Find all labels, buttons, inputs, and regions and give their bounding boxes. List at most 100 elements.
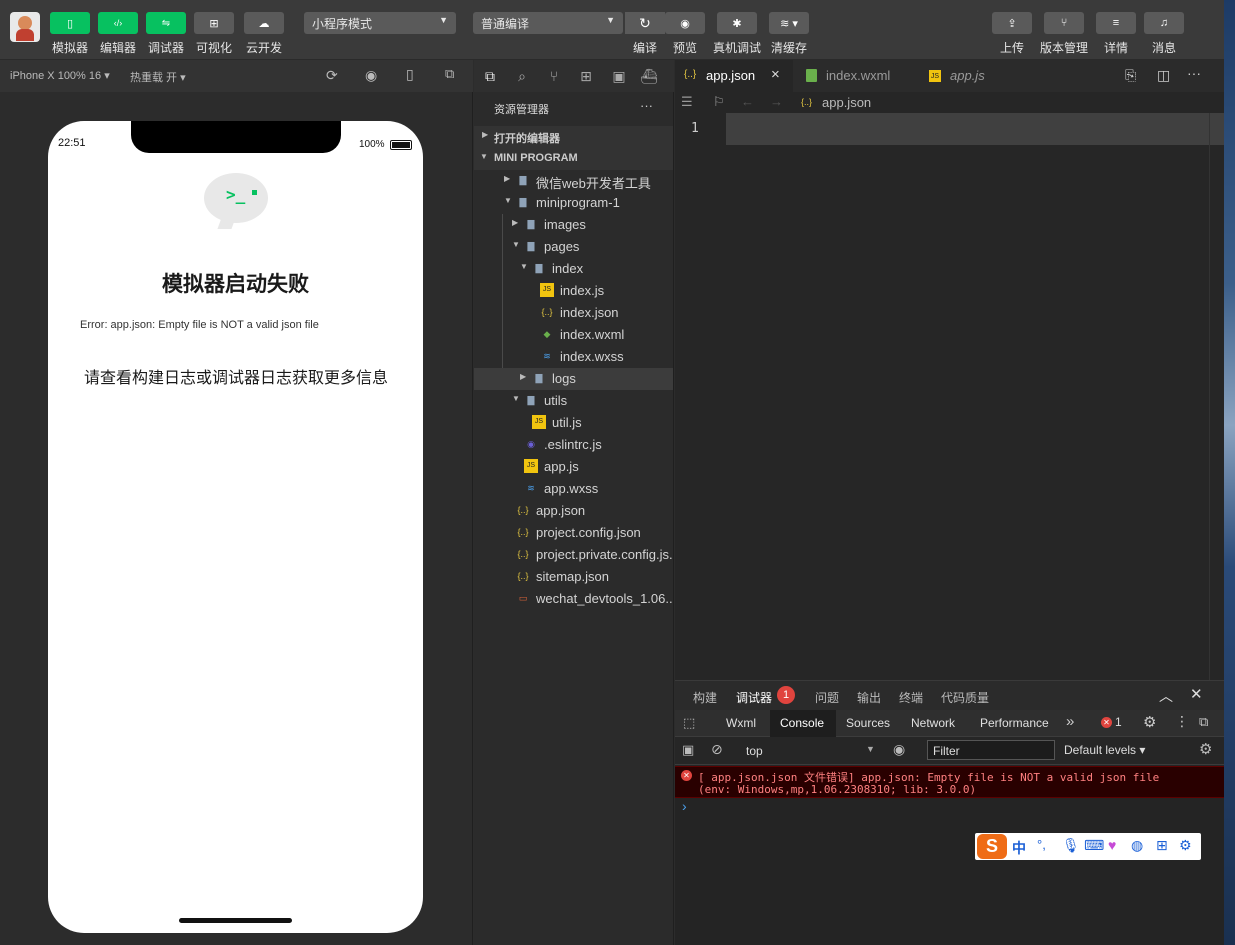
tab-index-wxml[interactable]: index.wxml bbox=[794, 60, 918, 92]
stop-icon[interactable]: ◉ bbox=[365, 67, 377, 84]
tree-file[interactable]: ◉ .eslintrc.js bbox=[474, 434, 673, 456]
hot-reload-select[interactable]: 热重载 开 ▾ bbox=[130, 69, 186, 85]
breadcrumb[interactable]: app.json bbox=[822, 95, 871, 110]
version-button[interactable]: ⑂ bbox=[1044, 12, 1084, 34]
inspect-element-icon[interactable]: ⬚ bbox=[683, 715, 695, 731]
tree-folder[interactable]: ▼ ▇ index bbox=[474, 258, 673, 280]
tree-file[interactable]: {..} app.json bbox=[474, 500, 673, 522]
editor-toggle-button[interactable]: ‹/› bbox=[98, 12, 138, 34]
tab-performance[interactable]: Performance bbox=[980, 716, 1049, 730]
tree-file[interactable]: {..} index.json bbox=[474, 302, 673, 324]
tree-file[interactable]: ▭ wechat_devtools_1.06.... bbox=[474, 588, 673, 610]
compile-select[interactable]: 普通编译 ▼ bbox=[473, 12, 623, 34]
detach-window-icon[interactable]: ⧉ bbox=[445, 66, 454, 82]
open-preview-icon[interactable]: ⎘ bbox=[1125, 67, 1136, 84]
sidebar-toggle-icon[interactable]: ▣ bbox=[682, 742, 694, 758]
more-tabs-icon[interactable]: » bbox=[1066, 713, 1074, 730]
context-select[interactable]: top ▼ bbox=[740, 740, 880, 762]
extensions-icon[interactable]: ⊞ bbox=[577, 68, 595, 86]
simulator-toggle-button[interactable]: ▯ bbox=[50, 12, 90, 34]
files-icon[interactable]: ⧉ bbox=[481, 68, 499, 86]
user-avatar[interactable] bbox=[10, 12, 40, 42]
tree-file[interactable]: {..} sitemap.json bbox=[474, 566, 673, 588]
mode-select[interactable]: 小程序模式 ▼ bbox=[304, 12, 456, 34]
tree-folder[interactable]: ▼ ▇ pages bbox=[474, 236, 673, 258]
console-error-message[interactable]: ✕ [ app.json.json 文件错误] app.json: Empty … bbox=[675, 766, 1224, 798]
upload-button[interactable]: ⇪ bbox=[992, 12, 1032, 34]
apps-icon[interactable]: ⊞ bbox=[1156, 837, 1168, 854]
preview-button[interactable]: ◉ bbox=[665, 12, 705, 34]
tab-sources[interactable]: Sources bbox=[846, 716, 890, 730]
bookmark-icon[interactable]: ⚐ bbox=[713, 94, 725, 110]
tree-file[interactable]: ◆ index.wxml bbox=[474, 324, 673, 346]
filter-input[interactable]: Filter bbox=[927, 740, 1055, 760]
tab-wxml[interactable]: Wxml bbox=[726, 716, 756, 730]
tree-file[interactable]: JS index.js bbox=[474, 280, 673, 302]
console-settings-icon[interactable]: ⚙ bbox=[1199, 740, 1212, 758]
forward-icon[interactable]: → bbox=[770, 94, 783, 109]
device-debug-button[interactable]: ✱ bbox=[717, 12, 757, 34]
sogou-logo[interactable]: S bbox=[977, 834, 1007, 859]
compile-button[interactable]: ↻ bbox=[625, 12, 665, 34]
split-editor-icon[interactable]: ◫ bbox=[1157, 67, 1170, 84]
tab-console[interactable]: Console bbox=[780, 716, 824, 730]
list-icon[interactable]: ☰ bbox=[681, 94, 693, 110]
debugger-toggle-button[interactable]: ⇋ bbox=[146, 12, 186, 34]
keyboard-icon[interactable]: ⌨ bbox=[1084, 837, 1104, 854]
outline-icon[interactable]: ▣ bbox=[610, 68, 628, 86]
tree-file[interactable]: JS app.js bbox=[474, 456, 673, 478]
chevron-up-icon[interactable]: ︿ bbox=[1159, 686, 1173, 706]
tree-folder[interactable]: ▶ ▇ images bbox=[474, 214, 673, 236]
tab-close-icon[interactable]: × bbox=[771, 66, 780, 83]
back-icon[interactable]: ← bbox=[741, 94, 754, 109]
punctuation-toggle[interactable]: °, bbox=[1037, 837, 1046, 852]
tab-problems[interactable]: 问题 bbox=[815, 689, 839, 706]
eye-icon[interactable]: ◉ bbox=[893, 741, 905, 758]
tab-debugger[interactable]: 调试器 bbox=[736, 689, 772, 706]
skin-icon[interactable]: ♥ bbox=[1108, 837, 1116, 853]
clear-console-icon[interactable]: ⊘ bbox=[711, 741, 723, 758]
device-select[interactable]: iPhone X 100% 16 ▾ bbox=[10, 69, 110, 82]
tab-build[interactable]: 构建 bbox=[693, 689, 717, 706]
visual-toggle-button[interactable]: ⊞ bbox=[194, 12, 234, 34]
log-levels-select[interactable]: Default levels ▾ bbox=[1064, 743, 1145, 757]
editor-scrollbar[interactable] bbox=[1209, 113, 1221, 680]
tree-file[interactable]: ≋ app.wxss bbox=[474, 478, 673, 500]
tree-file[interactable]: JS util.js bbox=[474, 412, 673, 434]
clear-cache-button[interactable]: ≋ ▾ bbox=[769, 12, 809, 34]
microphone-icon[interactable]: 🎙 bbox=[1062, 837, 1080, 854]
robot-icon[interactable]: ◍ bbox=[1131, 837, 1143, 854]
dock-icon[interactable]: ⧉ bbox=[1199, 714, 1208, 730]
phone-icon[interactable]: ▯ bbox=[406, 66, 414, 83]
error-count[interactable]: 1 bbox=[1115, 715, 1122, 729]
rotate-icon[interactable]: ⟳ bbox=[326, 67, 338, 84]
messages-button[interactable]: ♫ bbox=[1144, 12, 1184, 34]
tab-terminal[interactable]: 终端 bbox=[899, 689, 923, 706]
close-panel-icon[interactable]: ✕ bbox=[1190, 685, 1203, 703]
tab-app-js[interactable]: JS app.js bbox=[919, 60, 1037, 92]
details-button[interactable]: ≡ bbox=[1096, 12, 1136, 34]
tree-folder[interactable]: ▶ ▇ logs bbox=[474, 368, 673, 390]
tab-network[interactable]: Network bbox=[911, 716, 955, 730]
tree-file[interactable]: {..} project.config.json bbox=[474, 522, 673, 544]
settings-gear-icon[interactable]: ⚙ bbox=[1143, 713, 1156, 731]
search-icon[interactable]: ⌕ bbox=[513, 68, 531, 86]
console-prompt[interactable]: › bbox=[682, 798, 687, 814]
tree-folder[interactable]: ▼ ▇ utils bbox=[474, 390, 673, 412]
open-editors-section[interactable]: ▶ 打开的编辑器 bbox=[474, 126, 673, 148]
cloud-dev-button[interactable]: ☁ bbox=[244, 12, 284, 34]
docker-icon[interactable]: ⛴ bbox=[640, 68, 658, 86]
vertical-dots-icon[interactable]: ⋮ bbox=[1175, 713, 1189, 730]
explorer-more-icon[interactable]: ··· bbox=[640, 98, 653, 113]
tree-folder[interactable]: ▶ ▇ 微信web开发者工具 bbox=[474, 170, 673, 192]
tab-app-json[interactable]: {..} app.json × bbox=[675, 60, 793, 92]
settings-icon[interactable]: ⚙ bbox=[1179, 837, 1192, 854]
project-section[interactable]: ▼ MINI PROGRAM bbox=[474, 148, 673, 170]
tree-folder[interactable]: ▼ ▇ miniprogram-1 bbox=[474, 192, 673, 214]
tab-output[interactable]: 输出 bbox=[857, 689, 881, 706]
tree-file[interactable]: {..} project.private.config.js... bbox=[474, 544, 673, 566]
lang-toggle[interactable]: 中 bbox=[1012, 838, 1026, 858]
tree-file[interactable]: ≋ index.wxss bbox=[474, 346, 673, 368]
source-control-icon[interactable]: ⑂ bbox=[545, 68, 563, 86]
tab-code-quality[interactable]: 代码质量 bbox=[941, 689, 989, 706]
